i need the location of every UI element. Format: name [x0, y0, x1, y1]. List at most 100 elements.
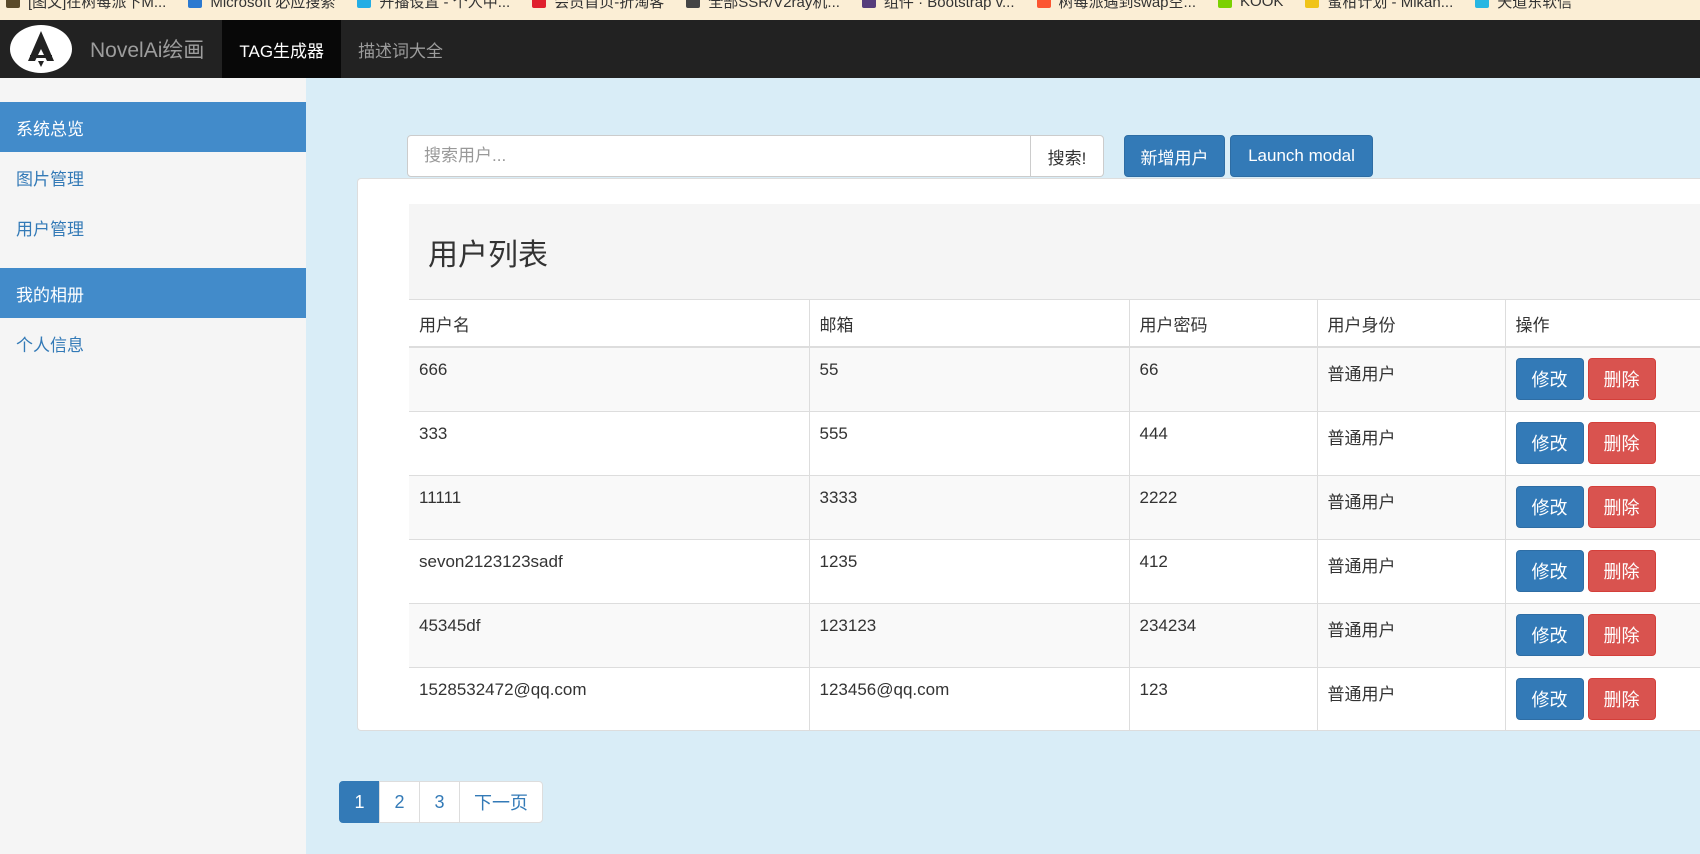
- sidebar-heading-album[interactable]: 我的相册: [0, 268, 306, 318]
- bookmark-label: 树莓派遇到swap空...: [1058, 0, 1197, 11]
- sidebar-item-users[interactable]: 用户管理: [0, 202, 306, 252]
- panel-heading: 用户列表: [409, 204, 1700, 300]
- bookmark-favicon-icon: [357, 0, 372, 8]
- bookmark-item[interactable]: [图文]在树莓派下M...: [6, 0, 166, 11]
- page-3-link[interactable]: 3: [419, 781, 460, 823]
- cell-email: 55: [809, 346, 1130, 411]
- bookmark-favicon-icon: [1036, 0, 1051, 8]
- bookmark-label: 天道东软信: [1497, 0, 1573, 11]
- edit-button[interactable]: 修改: [1515, 485, 1584, 528]
- bookmark-label: 蜜柑计划 - Mikan...: [1327, 0, 1454, 11]
- bookmark-favicon-icon: [6, 0, 20, 8]
- cell-username: 333: [409, 410, 810, 475]
- delete-button[interactable]: 删除: [1587, 677, 1656, 720]
- page-2-link[interactable]: 2: [379, 781, 420, 823]
- bookmark-favicon-icon: [861, 0, 876, 8]
- panel-title: 用户列表: [428, 238, 548, 272]
- column-header-password: 用户密码: [1129, 300, 1318, 348]
- logo-icon[interactable]: [10, 25, 72, 73]
- bookmark-label: [图文]在树莓派下M...: [28, 0, 167, 11]
- cell-username: 666: [409, 346, 810, 411]
- edit-button[interactable]: 修改: [1515, 613, 1584, 656]
- delete-button[interactable]: 删除: [1587, 549, 1656, 592]
- cell-password: 412: [1129, 538, 1318, 603]
- bookmark-item[interactable]: 树莓派遇到swap空...: [1036, 0, 1197, 11]
- table-row: 666 55 66 普通用户 修改 删除: [409, 346, 1700, 411]
- edit-button[interactable]: 修改: [1515, 421, 1584, 464]
- bookmark-label: Microsoft 必应搜索: [210, 0, 336, 11]
- bookmark-label: 开播设置 - 个人中...: [379, 0, 511, 11]
- table-row: 45345df 123123 234234 普通用户 修改 删除: [409, 602, 1700, 667]
- user-list-panel: 用户列表 用户名 邮箱 用户密码 用户身份 操作 666 55 66 普通用户 修改 删除…: [357, 178, 1700, 731]
- bookmark-item[interactable]: 组件 · Bootstrap v...: [861, 0, 1015, 11]
- bookmark-favicon-icon: [1218, 0, 1233, 8]
- cell-role: 普通用户: [1317, 346, 1506, 411]
- nav-item-tag-generator[interactable]: TAG生成器: [222, 20, 342, 78]
- column-header-actions: 操作: [1505, 300, 1700, 348]
- nav-item-prompt-library[interactable]: 描述词大全: [341, 20, 460, 78]
- cell-role: 普通用户: [1317, 666, 1506, 731]
- delete-button[interactable]: 删除: [1587, 613, 1656, 656]
- top-navbar: NovelAi绘画 TAG生成器 描述词大全: [0, 20, 1700, 78]
- cell-actions: 修改 删除: [1505, 346, 1700, 411]
- bookmark-item[interactable]: 开播设置 - 个人中...: [357, 0, 510, 11]
- cell-password: 2222: [1129, 474, 1318, 539]
- cell-username: sevon2123123sadf: [409, 538, 810, 603]
- cell-username: 11111: [409, 474, 810, 539]
- bookmark-item[interactable]: 蜜柑计划 - Mikan...: [1305, 0, 1453, 11]
- search-button[interactable]: 搜索!: [1031, 135, 1104, 177]
- bookmark-item[interactable]: 会员首页-折淘客: [532, 0, 664, 11]
- column-header-email: 邮箱: [809, 300, 1130, 348]
- add-user-button[interactable]: 新增用户: [1124, 135, 1225, 177]
- cell-username: 1528532472@qq.com: [409, 666, 810, 731]
- delete-button[interactable]: 删除: [1587, 421, 1656, 464]
- table-row: 11111 3333 2222 普通用户 修改 删除: [409, 474, 1700, 539]
- cell-email: 123456@qq.com: [809, 666, 1130, 731]
- search-group: 搜索!: [407, 135, 1104, 177]
- bookmarks-bar: [图文]在树莓派下M... Microsoft 必应搜索 开播设置 - 个人中...…: [0, 0, 1700, 20]
- cell-role: 普通用户: [1317, 410, 1506, 475]
- cell-email: 3333: [809, 474, 1130, 539]
- brand-title[interactable]: NovelAi绘画: [90, 34, 204, 64]
- cell-role: 普通用户: [1317, 538, 1506, 603]
- sidebar: 系统总览 图片管理 用户管理 我的相册 个人信息: [0, 78, 306, 854]
- bookmark-item[interactable]: KOOK: [1218, 0, 1283, 11]
- user-table: 用户名 邮箱 用户密码 用户身份 操作 666 55 66 普通用户 修改 删除 333 55…: [409, 300, 1700, 731]
- bookmark-label: 会员首页-折淘客: [554, 0, 665, 11]
- sidebar-item-images[interactable]: 图片管理: [0, 152, 306, 202]
- launch-modal-button[interactable]: Launch modal: [1230, 135, 1373, 177]
- sidebar-heading-overview[interactable]: 系统总览: [0, 102, 306, 152]
- bookmark-favicon-icon: [532, 0, 547, 8]
- cell-password: 66: [1129, 346, 1318, 411]
- sidebar-group-album: 我的相册 个人信息: [0, 268, 306, 368]
- bookmark-favicon-icon: [1305, 0, 1320, 8]
- bookmark-item[interactable]: 天道东软信: [1475, 0, 1572, 11]
- cell-email: 123123: [809, 602, 1130, 667]
- edit-button[interactable]: 修改: [1515, 677, 1584, 720]
- edit-button[interactable]: 修改: [1515, 549, 1584, 592]
- bookmark-favicon-icon: [1475, 0, 1490, 8]
- search-input[interactable]: [407, 135, 1031, 177]
- table-row: 1528532472@qq.com 123456@qq.com 123 普通用户 修改删…: [409, 666, 1700, 731]
- cell-password: 444: [1129, 410, 1318, 475]
- bookmark-label: 组件 · Bootstrap v...: [883, 0, 1015, 11]
- next-page-link[interactable]: 下一页: [459, 781, 543, 823]
- bookmark-item[interactable]: Microsoft 必应搜索: [188, 0, 335, 11]
- cell-password: 123: [1129, 666, 1318, 731]
- table-header-row: 用户名 邮箱 用户密码 用户身份 操作: [409, 300, 1700, 348]
- cell-actions: 修改 删除: [1505, 538, 1700, 603]
- edit-button[interactable]: 修改: [1515, 358, 1584, 400]
- page-1-link[interactable]: 1: [339, 781, 380, 823]
- cell-actions: 修改 删除: [1505, 666, 1700, 731]
- delete-button[interactable]: 删除: [1587, 485, 1656, 528]
- pagination: 1 2 3 下一页: [339, 781, 543, 823]
- delete-button[interactable]: 删除: [1587, 358, 1656, 400]
- bookmark-favicon-icon: [188, 0, 203, 8]
- sidebar-item-profile[interactable]: 个人信息: [0, 318, 306, 368]
- cell-email: 555: [809, 410, 1130, 475]
- bookmark-item[interactable]: 全部SSR/V2ray机...: [686, 0, 840, 11]
- bookmark-label: 全部SSR/V2ray机...: [708, 0, 840, 11]
- cell-actions: 修改 删除: [1505, 602, 1700, 667]
- table-row: sevon2123123sadf 1235 412 普通用户 修改 删除: [409, 538, 1700, 603]
- column-header-username: 用户名: [409, 300, 810, 348]
